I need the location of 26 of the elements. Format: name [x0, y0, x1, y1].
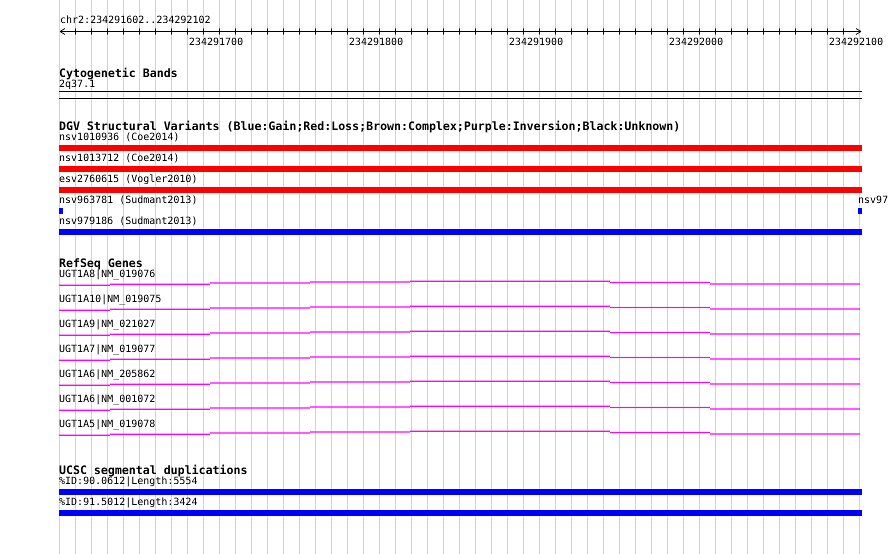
gene-label: UGT1A7|NM_019077	[59, 344, 156, 355]
gene-label: UGT1A10|NM_019075	[59, 294, 162, 305]
track-title: DGV Structural Variants (Blue:Gain;Red:Loss;Brown:Complex;Purple:Inversion;Black:Unknown)	[59, 120, 680, 132]
gene-label: UGT1A6|NM_205862	[59, 369, 156, 380]
band-label: 2q37.1	[59, 79, 96, 90]
variant-label: esv2760615 (Vogler2010)	[59, 174, 198, 185]
gene-label: UGT1A8|NM_019076	[59, 269, 156, 280]
gene-label: UGT1A5|NM_019078	[59, 419, 156, 430]
duplication-label: %ID:91.5012|Length:3424	[59, 497, 198, 508]
track-title: RefSeq Genes	[59, 257, 143, 269]
variant-label: nsv1010936 (Coe2014)	[59, 132, 180, 143]
variant-label: nsv1013712 (Coe2014)	[59, 153, 180, 164]
gene-label: UGT1A6|NM_001072	[59, 394, 156, 405]
variant-label: nsv97	[858, 195, 888, 206]
region-label: chr2:234291602..234292102	[60, 15, 211, 26]
ruler-label: 234291700	[188, 37, 244, 48]
variant-label: nsv979186 (Sudmant2013)	[59, 216, 198, 227]
ruler-label: 234292000	[668, 37, 724, 48]
track-title: UCSC segmental duplications	[59, 464, 248, 476]
ruler-label: 234291900	[508, 37, 564, 48]
ruler-label: 234292100	[828, 37, 884, 48]
duplication-label: %ID:90.0612|Length:5554	[59, 476, 198, 487]
variant-label: nsv963781 (Sudmant2013)	[59, 195, 198, 206]
gene-label: UGT1A9|NM_021027	[59, 319, 156, 330]
track-title: Cytogenetic Bands	[59, 67, 178, 79]
ruler-label: 234291800	[348, 37, 404, 48]
